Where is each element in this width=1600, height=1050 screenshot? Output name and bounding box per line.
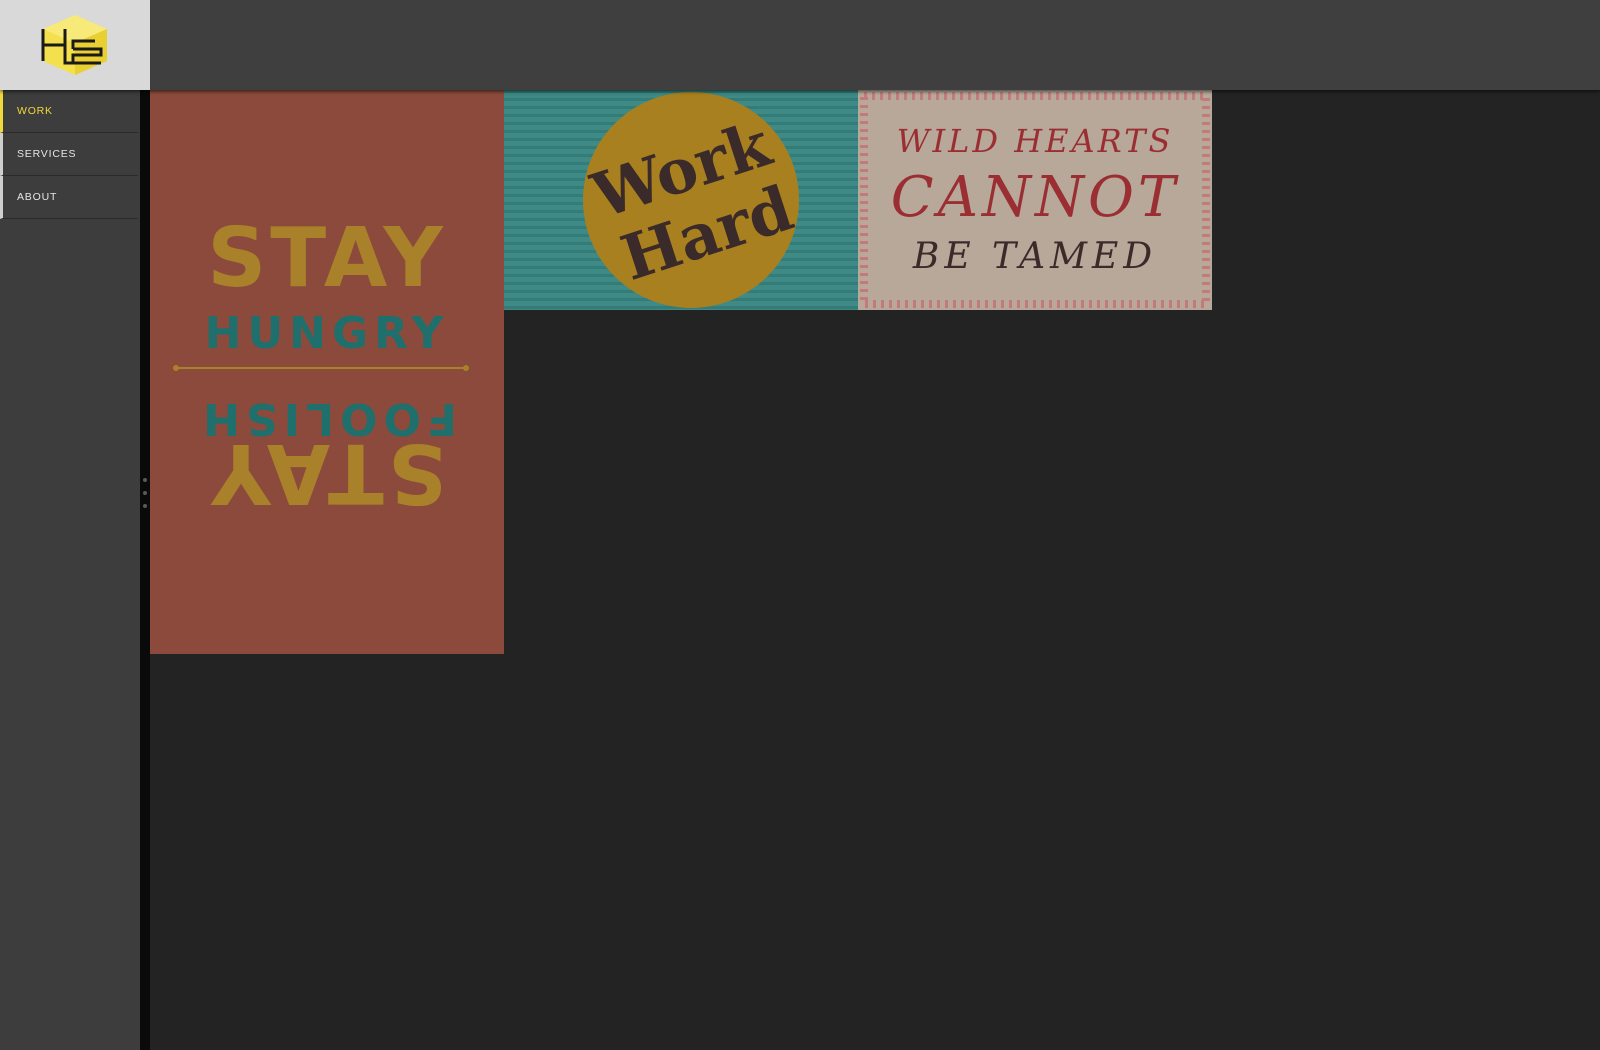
- poster-text: HUNGRY: [205, 308, 450, 359]
- nav-item-services[interactable]: SERVICES: [0, 133, 138, 176]
- cube-logo-icon: [41, 15, 107, 75]
- poster-text: STAY: [207, 211, 447, 306]
- resize-handle[interactable]: [142, 478, 148, 508]
- poster-image: WILD HEARTS CANNOT BE TAMED: [858, 90, 1212, 310]
- poster-text: BE TAMED: [912, 236, 1157, 277]
- sidebar: WORK SERVICES ABOUT: [0, 90, 140, 1050]
- poster-image: STAY HUNGRY FOOLISH STAY: [150, 90, 504, 654]
- poster-image: Work Hard: [504, 90, 858, 310]
- logo[interactable]: [0, 0, 150, 90]
- nav-item-about[interactable]: ABOUT: [0, 176, 138, 219]
- portfolio-tile-work-hard[interactable]: Work Hard: [504, 90, 858, 310]
- poster-text: CANNOT: [891, 165, 1180, 230]
- portfolio-tile-wild-hearts[interactable]: WILD HEARTS CANNOT BE TAMED: [858, 90, 1212, 310]
- poster-text: STAY: [207, 425, 447, 520]
- sidebar-divider: [140, 90, 150, 1050]
- portfolio-tile-stay-hungry[interactable]: STAY HUNGRY FOOLISH STAY: [150, 90, 504, 654]
- poster-text: WILD HEARTS: [897, 122, 1174, 160]
- top-bar: [0, 0, 1600, 90]
- nav-item-work[interactable]: WORK: [0, 90, 138, 133]
